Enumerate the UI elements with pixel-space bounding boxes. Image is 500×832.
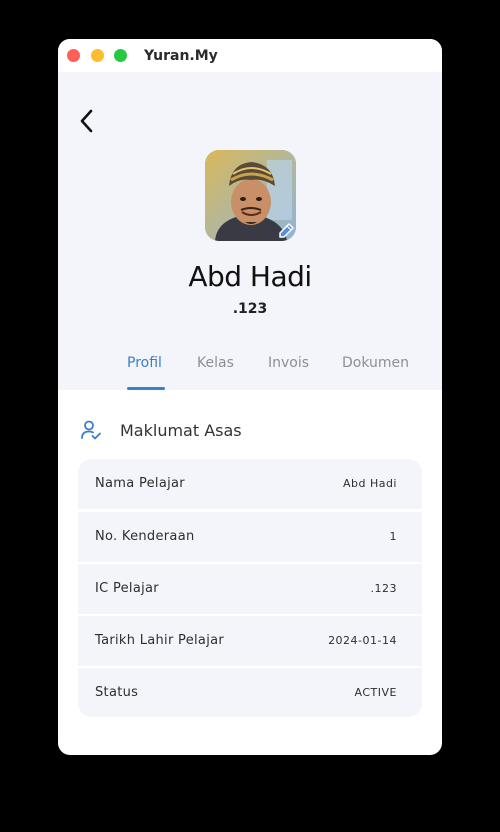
info-label: No. Kenderaan bbox=[95, 529, 195, 544]
info-label: IC Pelajar bbox=[95, 581, 159, 596]
app-window: Yuran.My Abd Hadi .123 Profil Kelas Invo… bbox=[58, 39, 442, 755]
info-label: Status bbox=[95, 685, 139, 700]
info-value: 2024-01-14 bbox=[328, 634, 397, 647]
edit-photo-icon bbox=[279, 223, 294, 238]
edit-photo-button[interactable] bbox=[275, 220, 297, 242]
tab-kelas[interactable]: Kelas bbox=[197, 355, 234, 371]
tab-profil[interactable]: Profil bbox=[127, 355, 162, 371]
info-row-tarikh-lahir: Tarikh Lahir Pelajar 2024-01-14 bbox=[78, 616, 422, 666]
section-title: Maklumat Asas bbox=[120, 421, 242, 440]
window-title: Yuran.My bbox=[144, 48, 218, 64]
info-row-ic-pelajar: IC Pelajar .123 bbox=[78, 564, 422, 614]
status-badge: ACTIVE bbox=[354, 686, 397, 699]
info-row-nama-pelajar: Nama Pelajar Abd Hadi bbox=[78, 459, 422, 509]
info-label: Tarikh Lahir Pelajar bbox=[95, 633, 225, 648]
title-bar: Yuran.My bbox=[58, 39, 442, 72]
back-button[interactable] bbox=[76, 107, 98, 135]
profile-id: .123 bbox=[232, 301, 268, 317]
user-check-icon bbox=[80, 419, 102, 441]
info-card: Nama Pelajar Abd Hadi No. Kenderaan 1 IC… bbox=[78, 459, 422, 717]
zoom-window-button[interactable] bbox=[114, 49, 127, 62]
info-row-status: Status ACTIVE bbox=[78, 668, 422, 717]
close-window-button[interactable] bbox=[67, 49, 80, 62]
profile-name: Abd Hadi bbox=[188, 260, 312, 293]
active-tab-indicator bbox=[127, 387, 165, 390]
minimize-window-button[interactable] bbox=[91, 49, 104, 62]
info-value: Abd Hadi bbox=[342, 477, 397, 490]
chevron-left-icon bbox=[80, 109, 93, 133]
tab-dokumen[interactable]: Dokumen bbox=[342, 355, 409, 371]
tab-invois[interactable]: Invois bbox=[268, 355, 309, 371]
info-value: .123 bbox=[370, 582, 397, 595]
info-value: 1 bbox=[389, 530, 397, 543]
info-label: Nama Pelajar bbox=[95, 476, 185, 491]
info-row-no-kenderaan: No. Kenderaan 1 bbox=[78, 512, 422, 562]
